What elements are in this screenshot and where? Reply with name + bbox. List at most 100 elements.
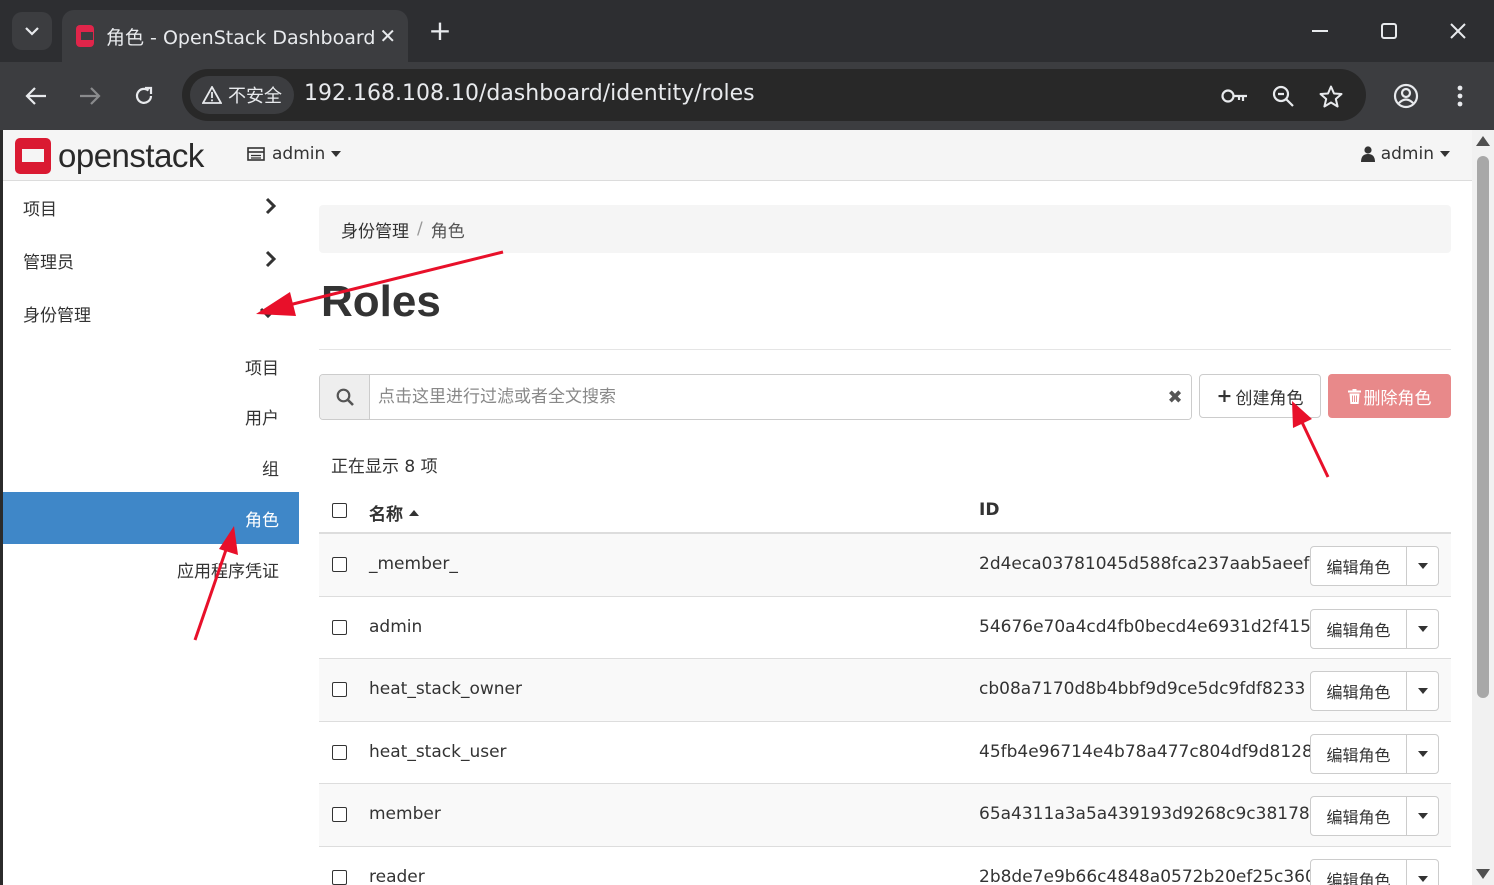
- row-checkbox[interactable]: [332, 744, 347, 760]
- close-window-icon[interactable]: [1436, 12, 1480, 50]
- row-actions-dropdown[interactable]: [1407, 610, 1438, 648]
- row-checkbox[interactable]: [332, 869, 347, 885]
- caret-down-icon: [1417, 875, 1428, 882]
- row-actions-dropdown[interactable]: [1407, 672, 1438, 710]
- forward-arrow-icon[interactable]: [70, 76, 110, 116]
- kebab-menu-icon[interactable]: [1440, 76, 1480, 116]
- row-checkbox[interactable]: [332, 682, 347, 697]
- search-button[interactable]: [320, 375, 370, 419]
- browser-tab[interactable]: 角色 - OpenStack Dashboard ✕: [62, 10, 408, 62]
- row-checkbox[interactable]: [332, 557, 347, 572]
- sidebar-subitem-projects[interactable]: 项目: [3, 340, 299, 392]
- row-actions: 编辑角色: [1310, 546, 1439, 586]
- page-scrollbar[interactable]: [1472, 130, 1494, 885]
- security-indicator[interactable]: 不安全: [190, 76, 294, 114]
- password-key-icon[interactable]: [1220, 81, 1250, 111]
- caret-down-icon: [331, 151, 342, 157]
- bookmark-star-icon[interactable]: [1316, 81, 1346, 111]
- edit-role-button[interactable]: 编辑角色: [1311, 609, 1407, 648]
- filter-group: ✖: [319, 374, 1192, 420]
- dashboard-page: openstack admin admin 项目 管理员 身份管理 项目 用户 …: [3, 130, 1472, 885]
- row-actions-dropdown[interactable]: [1407, 547, 1438, 585]
- scroll-down-arrow-icon[interactable]: [1476, 869, 1490, 879]
- maximize-window-icon[interactable]: [1367, 12, 1411, 50]
- sidebar-subitem-groups[interactable]: 组: [3, 441, 299, 493]
- edit-role-button[interactable]: 编辑角色: [1311, 547, 1407, 585]
- row-checkbox[interactable]: [332, 807, 347, 822]
- reload-icon[interactable]: [124, 76, 164, 116]
- tab-search-button[interactable]: [12, 12, 52, 50]
- table-row: _member_ 2d4eca03781045d588fca237aab5aee…: [319, 534, 1451, 597]
- sidebar-subitem-roles[interactable]: 角色: [3, 492, 299, 544]
- row-actions: 编辑角色: [1310, 858, 1439, 885]
- address-bar[interactable]: 不安全 192.168.108.10/dashboard/identity/ro…: [182, 69, 1366, 121]
- edit-role-button[interactable]: 编辑角色: [1311, 734, 1407, 773]
- role-id: cb08a7170d8b4bbf9d9ce5dc9fdf8233: [979, 679, 1306, 699]
- profile-icon[interactable]: [1386, 76, 1426, 116]
- sidebar-item-identity[interactable]: 身份管理: [3, 287, 299, 339]
- openstack-logo[interactable]: openstack: [15, 137, 204, 175]
- edit-role-button[interactable]: 编辑角色: [1311, 859, 1407, 885]
- role-name: heat_stack_user: [369, 741, 507, 762]
- select-all-checkbox[interactable]: [332, 503, 347, 518]
- sidebar-item-label: 身份管理: [23, 305, 91, 326]
- row-actions-dropdown[interactable]: [1407, 797, 1438, 835]
- column-header-name[interactable]: 名称: [369, 500, 419, 525]
- back-arrow-icon[interactable]: [16, 76, 56, 116]
- caret-down-icon: [1417, 813, 1428, 819]
- chevron-right-icon: [265, 197, 277, 215]
- table-row: member 65a4311a3a5a439193d9268c9c381785 …: [319, 784, 1451, 847]
- sidebar-subitem-label: 项目: [245, 358, 279, 379]
- sidebar-item-project[interactable]: 项目: [3, 181, 299, 233]
- table-body: _member_ 2d4eca03781045d588fca237aab5aee…: [319, 534, 1451, 885]
- scroll-thumb[interactable]: [1477, 156, 1489, 698]
- table-row: admin 54676e70a4cd4fb0becd4e6931d2f415 编…: [319, 597, 1451, 659]
- scroll-up-arrow-icon[interactable]: [1476, 136, 1490, 146]
- search-input[interactable]: [370, 375, 1159, 419]
- role-id: 65a4311a3a5a439193d9268c9c381785: [979, 804, 1321, 824]
- table-row: reader 2b8de7e9b66c4848a0572b20ef25c360 …: [319, 847, 1451, 885]
- minimize-window-icon[interactable]: [1298, 12, 1342, 50]
- row-checkbox[interactable]: [332, 619, 347, 635]
- caret-down-icon: [1440, 151, 1450, 157]
- user-dropdown[interactable]: admin: [1360, 144, 1450, 164]
- search-icon: [336, 388, 354, 406]
- row-actions-dropdown[interactable]: [1407, 860, 1438, 885]
- sidebar-item-admin[interactable]: 管理员: [3, 234, 299, 286]
- row-actions-dropdown[interactable]: [1407, 735, 1438, 773]
- clear-filter-icon[interactable]: ✖: [1159, 375, 1191, 419]
- sidebar-subitem-users[interactable]: 用户: [3, 390, 299, 442]
- edit-role-button[interactable]: 编辑角色: [1311, 672, 1407, 710]
- chevron-down-icon: [25, 26, 39, 36]
- column-header-name-label: 名称: [369, 505, 403, 525]
- browser-toolbar: 不安全 192.168.108.10/dashboard/identity/ro…: [0, 62, 1494, 130]
- project-dropdown[interactable]: admin: [247, 144, 342, 164]
- top-navbar: openstack admin admin: [3, 130, 1472, 181]
- breadcrumb-identity[interactable]: 身份管理: [341, 217, 409, 242]
- user-name: admin: [1380, 144, 1434, 164]
- sidebar-subitem-label: 组: [262, 459, 279, 480]
- create-role-button[interactable]: + 创建角色: [1199, 374, 1321, 418]
- caret-down-icon: [1417, 750, 1428, 757]
- roles-table: 名称 ID _member_ 2d4eca03781045d588fca237a…: [319, 486, 1451, 885]
- page-title: Roles: [321, 277, 441, 326]
- security-label: 不安全: [228, 86, 282, 107]
- item-count: 正在显示 8 项: [331, 457, 438, 477]
- edit-role-button[interactable]: 编辑角色: [1311, 797, 1407, 835]
- delete-roles-button[interactable]: 删除角色: [1328, 374, 1451, 418]
- create-role-label: 创建角色: [1235, 388, 1304, 409]
- openstack-logo-icon: [15, 138, 51, 174]
- zoom-icon[interactable]: [1268, 81, 1298, 111]
- new-tab-plus-icon[interactable]: +: [422, 12, 458, 48]
- table-row: heat_stack_owner cb08a7170d8b4bbf9d9ce5d…: [319, 659, 1451, 722]
- sidebar-subitem-app-credentials[interactable]: 应用程序凭证: [3, 543, 299, 595]
- project-name: admin: [272, 144, 326, 164]
- url-text[interactable]: 192.168.108.10/dashboard/identity/roles: [304, 81, 755, 106]
- role-name: reader: [369, 866, 425, 885]
- sidebar-item-label: 管理员: [23, 252, 74, 273]
- breadcrumb: 身份管理 / 角色: [319, 205, 1451, 253]
- role-name: heat_stack_owner: [369, 679, 522, 699]
- tab-close-icon[interactable]: ✕: [375, 24, 400, 48]
- title-divider: [319, 349, 1451, 350]
- role-id: 2d4eca03781045d588fca237aab5aeef: [979, 554, 1310, 574]
